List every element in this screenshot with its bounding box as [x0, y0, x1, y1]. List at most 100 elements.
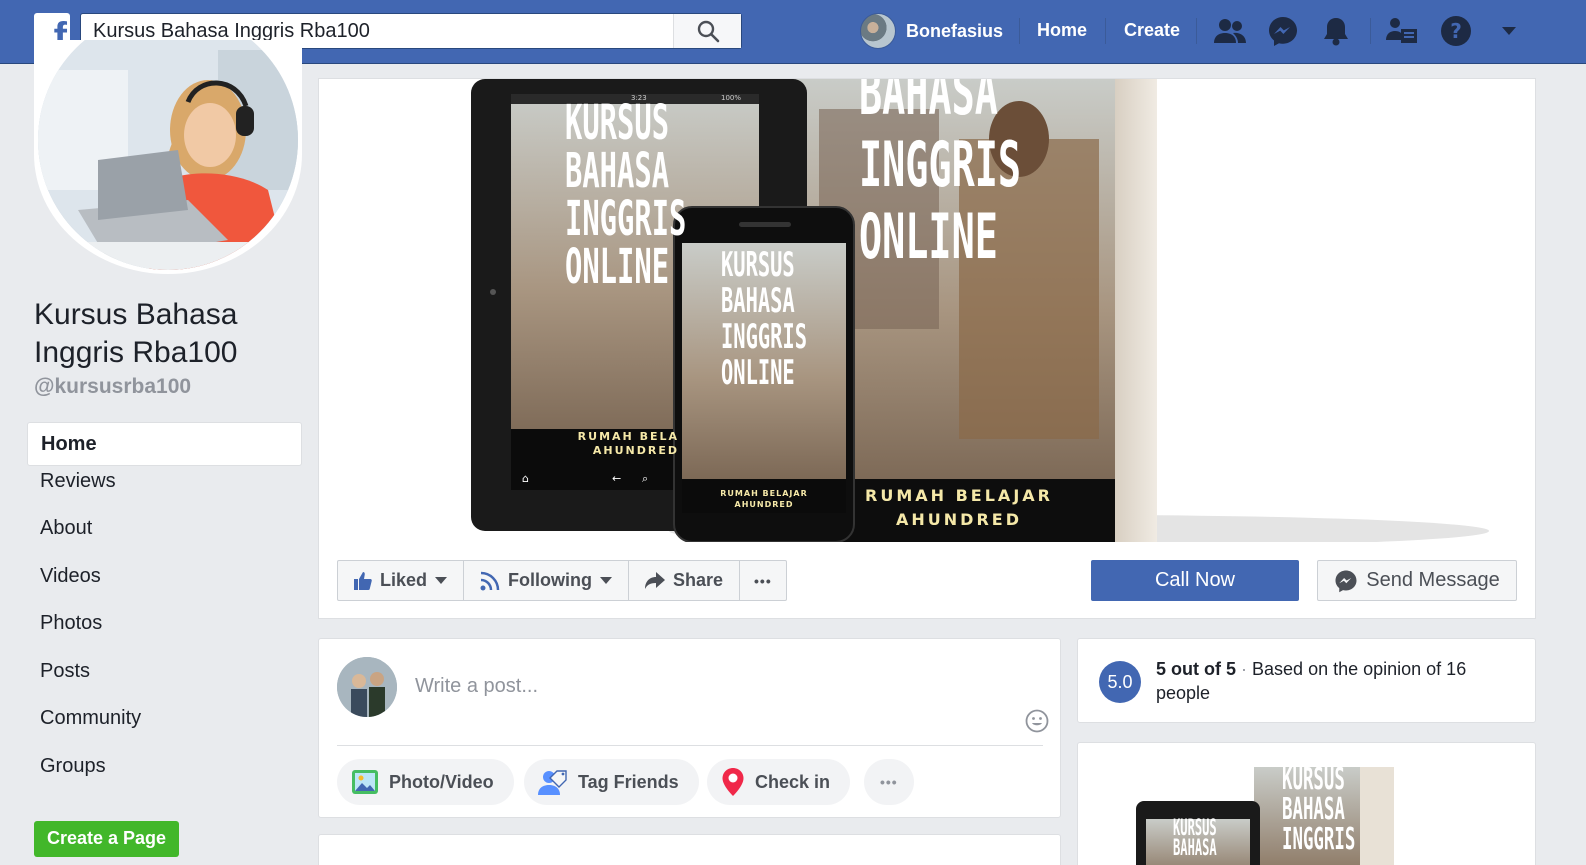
chevron-down-icon	[600, 577, 612, 584]
profile-photo	[38, 40, 298, 270]
avatar	[860, 13, 896, 49]
sidebar-item-photos[interactable]: Photos	[27, 612, 302, 660]
page-switcher-icon[interactable]	[1384, 14, 1420, 48]
sidebar-item-about[interactable]: About	[27, 517, 302, 565]
emoji-smiley-icon[interactable]	[1025, 709, 1049, 738]
more-options-button[interactable]: •••	[740, 561, 786, 600]
cover-book-line: BAHASA	[859, 79, 998, 129]
write-post-input[interactable]: Write a post...	[415, 675, 538, 698]
cover-card: BAHASA INGGRIS ONLINE KURSUS BAHASA INGG…	[318, 78, 1536, 619]
liked-label: Liked	[380, 570, 428, 590]
account-menu-chevron-down-icon[interactable]	[1491, 14, 1527, 48]
notifications-bell-icon[interactable]	[1318, 14, 1354, 48]
rating-card: 5.0 5 out of 5 · Based on the opinion of…	[1077, 638, 1536, 723]
sidebar-item-videos[interactable]: Videos	[27, 565, 302, 613]
cover-tablet-nav-icons: ⌂ ← ⌕	[522, 472, 667, 485]
location-pin-icon	[722, 768, 744, 796]
nav-divider	[1370, 18, 1371, 44]
check-in-label: Check in	[755, 771, 831, 792]
search-icon: ⌕	[642, 472, 649, 485]
messenger-icon[interactable]	[1265, 14, 1301, 48]
call-now-button[interactable]: Call Now	[1091, 560, 1299, 601]
cover-book-publisher: RUMAH BELAJAR AHUNDRED	[859, 484, 1059, 532]
promo-book-line: INGGRIS	[1282, 822, 1356, 857]
cover-photo[interactable]: BAHASA INGGRIS ONLINE KURSUS BAHASA INGG…	[319, 79, 1535, 542]
help-icon[interactable]: ?	[1438, 14, 1474, 48]
send-message-button[interactable]: Send Message	[1317, 560, 1517, 601]
nav-divider	[1019, 18, 1020, 44]
promo-tablet-line: BAHASA	[1173, 836, 1217, 861]
composer-more-button[interactable]: •••	[864, 759, 914, 805]
thumbs-up-icon	[354, 571, 372, 590]
cover-phone-title: KURSUS BAHASA INGGRIS ONLINE	[721, 247, 811, 391]
rss-feed-icon	[480, 571, 500, 590]
cover-publisher-line: AHUNDRED	[734, 500, 794, 509]
cover-publisher-line: RUMAH BELAJAR	[720, 489, 808, 498]
feed-post-card	[318, 834, 1061, 865]
chevron-down-icon	[435, 577, 448, 584]
nav-create-link[interactable]: Create	[1124, 20, 1180, 41]
create-page-button[interactable]: Create a Page	[34, 821, 179, 857]
sidebar-item-community[interactable]: Community	[27, 707, 302, 755]
cover-phone-publisher: RUMAH BELAJAR AHUNDRED	[682, 488, 846, 510]
promo-tablet-title: KURSUS BAHASA	[1173, 818, 1217, 861]
composer-divider	[337, 745, 1043, 746]
cover-book-line: ONLINE	[859, 200, 998, 273]
send-message-label: Send Message	[1366, 569, 1500, 591]
cover-tablet-line: ONLINE	[565, 239, 670, 295]
cover-tablet-title: KURSUS BAHASA INGGRIS ONLINE	[565, 99, 686, 295]
back-arrow-icon: ←	[612, 472, 622, 485]
nav-profile-link[interactable]: Bonefasius	[860, 13, 1003, 49]
cover-phone-line: ONLINE	[721, 353, 795, 393]
messenger-icon	[1335, 570, 1357, 592]
rating-summary[interactable]: 5 out of 5 · Based on the opinion of 16 …	[1156, 657, 1516, 705]
promo-book-line: BAHASA	[1282, 792, 1345, 827]
nav-user-name: Bonefasius	[906, 20, 1004, 41]
page-action-bar: Liked Following Share •••	[337, 560, 787, 601]
tag-friends-label: Tag Friends	[578, 771, 679, 792]
page-username[interactable]: @kursusrba100	[34, 375, 191, 399]
page-profile-picture[interactable]	[34, 40, 302, 274]
rating-separator: ·	[1241, 659, 1248, 679]
cover-tablet-battery: 100%	[721, 94, 741, 102]
page-title: Kursus Bahasa Inggris Rba100	[34, 298, 238, 369]
sidebar-item-groups[interactable]: Groups	[27, 755, 302, 803]
more-dots-icon: •••	[880, 774, 898, 790]
cover-phone-line: BAHASA	[721, 281, 795, 321]
tag-friends-button[interactable]: Tag Friends	[524, 759, 699, 805]
promo-image-card[interactable]: KURSUS BAHASA INGGRIS KURSUS BAHASA	[1077, 742, 1536, 865]
more-dots-icon: •••	[754, 572, 772, 589]
rating-score-badge: 5.0	[1099, 661, 1141, 703]
search-button[interactable]	[673, 14, 741, 48]
nav-divider	[1105, 18, 1106, 44]
cover-book-title: BAHASA INGGRIS ONLINE	[859, 79, 1022, 273]
search-icon	[697, 20, 719, 43]
following-button[interactable]: Following	[464, 561, 629, 600]
check-in-button[interactable]: Check in	[707, 759, 851, 805]
tag-friends-icon	[538, 770, 567, 795]
post-composer: Write a post... Photo/Video Tag Friends …	[318, 638, 1061, 818]
nav-home-link[interactable]: Home	[1037, 20, 1087, 41]
cover-phone-line: KURSUS	[721, 245, 795, 285]
cover-publisher-line: AHUNDRED	[592, 444, 679, 457]
share-button[interactable]: Share	[629, 561, 741, 600]
sidebar-item-home[interactable]: Home	[27, 422, 302, 466]
promo-book-line: KURSUS	[1282, 762, 1345, 797]
share-label: Share	[673, 570, 724, 590]
cover-book-line: INGGRIS	[859, 128, 1022, 201]
cover-phone-line: INGGRIS	[721, 317, 807, 357]
friend-requests-icon[interactable]	[1212, 14, 1248, 48]
page-sidebar-nav: Home Reviews About Videos Photos Posts C…	[27, 422, 302, 802]
promo-book-title: KURSUS BAHASA INGGRIS	[1282, 765, 1355, 855]
nav-divider	[1196, 18, 1197, 44]
sidebar-item-reviews[interactable]: Reviews	[27, 470, 302, 518]
liked-button[interactable]: Liked	[338, 561, 465, 600]
following-label: Following	[508, 570, 592, 590]
sidebar-item-posts[interactable]: Posts	[27, 660, 302, 708]
home-icon: ⌂	[522, 472, 529, 485]
cover-tablet-status: 3:23	[631, 94, 647, 102]
photo-icon	[352, 770, 378, 794]
cover-status-battery: 100%	[721, 94, 742, 102]
rating-summary-bold: 5 out of 5	[1156, 659, 1236, 679]
photo-video-button[interactable]: Photo/Video	[337, 759, 514, 805]
